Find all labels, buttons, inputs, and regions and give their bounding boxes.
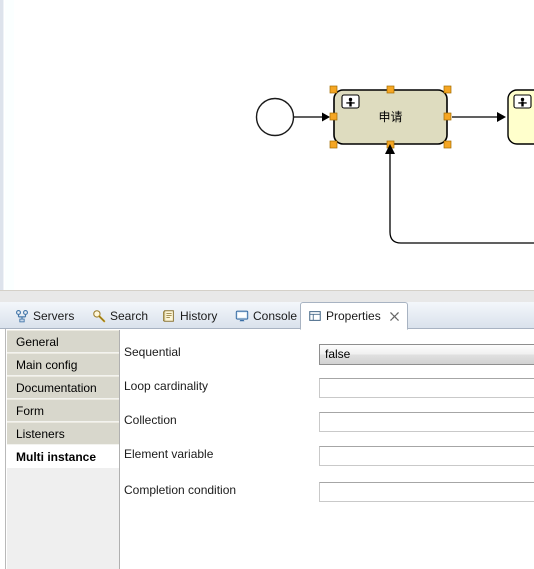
- prop-tab-multi-instance-label: Multi instance: [16, 450, 97, 464]
- properties-icon: [309, 311, 321, 321]
- prop-tab-form[interactable]: Form: [7, 399, 119, 422]
- form-row-loop-cardinality: Loop cardinality: [121, 373, 534, 407]
- tab-servers[interactable]: Servers: [8, 302, 81, 329]
- label-element-variable: Element variable: [124, 447, 214, 461]
- prop-tab-documentation[interactable]: Documentation: [7, 376, 119, 399]
- tab-console-label: Console: [253, 308, 298, 323]
- user-task-icon-arms: [346, 102, 355, 104]
- prop-tab-general-label: General: [16, 335, 59, 349]
- form-row-collection: Collection: [121, 407, 534, 441]
- collection-input[interactable]: [319, 412, 534, 432]
- flow-start-to-task-arrowhead: [322, 112, 330, 122]
- selection-handle-nw: [329, 85, 338, 94]
- selection-handle-sw: [329, 140, 338, 149]
- form-row-sequential: Sequential false: [121, 339, 534, 373]
- properties-left-border: [0, 329, 6, 569]
- label-sequential: Sequential: [124, 345, 181, 359]
- history-icon: [163, 309, 174, 322]
- user-task-icon-next-arms: [518, 102, 527, 104]
- multi-instance-form: Sequential false Loop cardinality Collec…: [121, 329, 534, 569]
- form-row-completion-condition: Completion condition: [121, 477, 534, 511]
- field-sequential[interactable]: false: [319, 344, 534, 365]
- user-task-icon-body: [349, 101, 352, 107]
- prop-tab-multi-instance[interactable]: Multi instance: [7, 445, 119, 468]
- tab-properties[interactable]: Properties: [300, 302, 408, 330]
- tab-console[interactable]: Console: [228, 302, 304, 329]
- search-icon: [93, 309, 106, 322]
- servers-icon: [16, 309, 28, 322]
- flow-task-to-next-arrowhead: [497, 112, 506, 122]
- sequential-combo[interactable]: false: [319, 344, 534, 365]
- tab-search-label: Search: [110, 308, 149, 323]
- completion-condition-input[interactable]: [319, 482, 534, 502]
- prop-tab-form-label: Form: [16, 404, 44, 418]
- user-task-icon-next-head: [520, 97, 525, 102]
- selection-handle-ne: [443, 85, 452, 94]
- selection-handle-n: [386, 85, 395, 94]
- properties-tab-list: General Main config Documentation Form L…: [7, 330, 120, 569]
- user-task-icon-next-body: [521, 101, 524, 107]
- label-collection: Collection: [124, 413, 177, 427]
- field-collection[interactable]: [319, 412, 534, 432]
- prop-tab-listeners[interactable]: Listeners: [7, 422, 119, 445]
- close-icon[interactable]: [389, 311, 400, 322]
- label-loop-cardinality: Loop cardinality: [124, 379, 209, 393]
- prop-tab-general[interactable]: General: [7, 330, 119, 353]
- bpmn-diagram-canvas[interactable]: 申请: [0, 0, 534, 290]
- diagram-graphics: [255, 85, 534, 244]
- field-loop-cardinality[interactable]: [319, 378, 534, 398]
- tab-servers-label: Servers: [33, 308, 75, 323]
- view-sash-divider[interactable]: [0, 290, 534, 302]
- view-tabbar: Servers Search History Console Propertie…: [0, 302, 534, 330]
- prop-tab-main-config-label: Main config: [16, 358, 78, 372]
- eclipse-bpmn-editor-window: 申请 Servers Search History Console Proper…: [0, 0, 534, 569]
- tab-history[interactable]: History: [155, 302, 224, 329]
- loop-cardinality-input[interactable]: [319, 378, 534, 398]
- start-event: [255, 97, 295, 137]
- field-completion-condition[interactable]: [319, 482, 534, 502]
- tab-properties-label: Properties: [326, 309, 381, 323]
- flow-loopback: [389, 152, 534, 244]
- user-task-icon-head: [348, 97, 353, 102]
- field-element-variable[interactable]: [319, 446, 534, 466]
- properties-view-body: General Main config Documentation Form L…: [0, 329, 534, 569]
- properties-tab-list-filler: [7, 474, 119, 569]
- task-label-selected: 申请: [378, 110, 403, 124]
- prop-tab-documentation-label: Documentation: [16, 381, 97, 395]
- label-completion-condition: Completion condition: [124, 483, 237, 497]
- form-row-element-variable: Element variable: [121, 441, 534, 475]
- prop-tab-listeners-label: Listeners: [16, 427, 65, 441]
- element-variable-input[interactable]: [319, 446, 534, 466]
- tab-search[interactable]: Search: [85, 302, 155, 329]
- tab-history-label: History: [180, 308, 218, 323]
- console-icon: [235, 310, 249, 321]
- selection-handle-se: [443, 140, 452, 149]
- prop-tab-main-config[interactable]: Main config: [7, 353, 119, 376]
